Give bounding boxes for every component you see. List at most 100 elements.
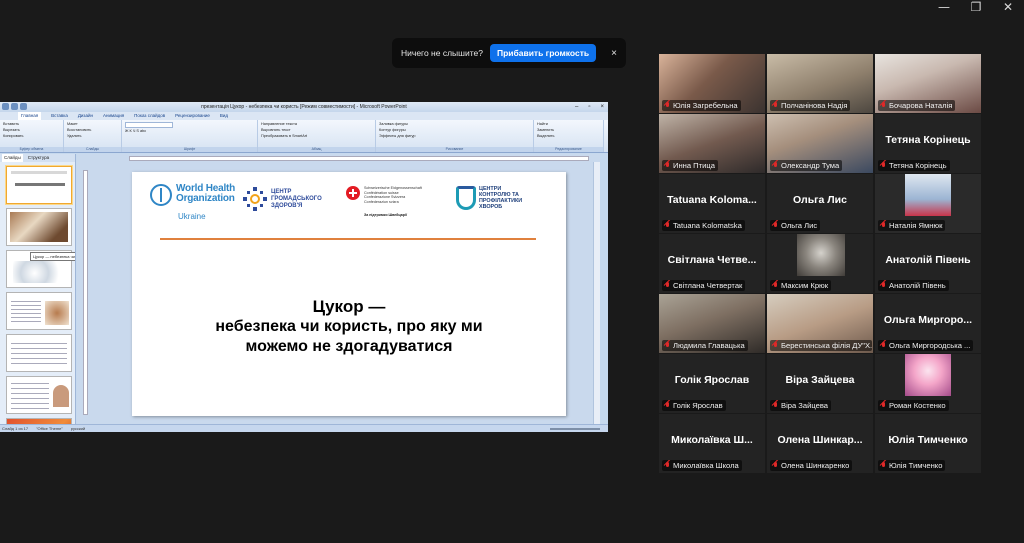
restore-icon[interactable]: ❐ <box>960 0 992 16</box>
ppt-ribbon: Вставить Вырезать Копировать Буфер обмен… <box>0 120 608 153</box>
select-button[interactable]: Выделить <box>537 134 600 139</box>
slide-thumbnail[interactable]: 4 <box>6 292 72 330</box>
ppt-minimize-icon[interactable]: – <box>575 102 578 112</box>
participant-display-name: Юлія Тимченко <box>888 434 968 446</box>
participant-tile[interactable]: Ольга Миргоро... Ольга Миргородська ... <box>875 294 981 353</box>
find-button[interactable]: Найти <box>537 122 600 127</box>
ppt-tab-design[interactable]: Дизайн <box>78 112 93 120</box>
participant-tile[interactable]: Миколаївка Ш... Миколаївка Школа <box>659 414 765 473</box>
outline-shape-button[interactable]: Контур фигуры <box>379 128 530 133</box>
slide-thumbnail[interactable]: 2 <box>6 208 72 246</box>
participant-tile[interactable]: Полчанінова Надія <box>767 54 873 113</box>
participant-display-name: Тетяна Корінець <box>885 134 971 146</box>
layout-button[interactable]: Макет <box>67 122 118 127</box>
ppt-tab-slideshow[interactable]: Показ слайдов <box>134 112 165 120</box>
participant-name: Юлія Загребельна <box>673 101 738 110</box>
cgz-logo: ЦЕНТР ГРОМАДСЬКОГО ЗДОРОВ'Я <box>242 186 323 212</box>
ppt-close-icon[interactable]: × <box>600 102 604 112</box>
participant-tile[interactable]: Олена Шинкар... Олена Шинкаренко <box>767 414 873 473</box>
copy-button[interactable]: Копировать <box>3 134 60 139</box>
cut-button[interactable]: Вырезать <box>3 128 60 133</box>
participant-name: Наталія Ямнюк <box>889 221 943 230</box>
reset-button[interactable]: Восстановить <box>67 128 118 133</box>
pane-tab-outline[interactable]: Структура <box>28 154 49 162</box>
ribbon-group-font: Ж К Ч S abc Шрифт <box>122 120 258 152</box>
participant-name: Голік Ярослав <box>673 401 723 410</box>
participant-name: Олександр Тума <box>781 161 840 170</box>
participant-tile[interactable]: Ольга Лис Ольга Лис <box>767 174 873 233</box>
muted-mic-icon <box>664 461 671 470</box>
participant-name: Юлія Тимченко <box>889 461 943 470</box>
thumb-title <box>15 183 65 186</box>
ribbon-group-paragraph: Направление текста Выровнять текст Преоб… <box>258 120 376 152</box>
muted-mic-icon <box>772 101 779 110</box>
ppt-tab-review[interactable]: Рецензирование <box>175 112 210 120</box>
align-text-button[interactable]: Выровнять текст <box>261 128 372 133</box>
slide-thumbnail[interactable]: 5 <box>6 334 72 372</box>
fill-shape-button[interactable]: Заливка фигуры <box>379 122 530 127</box>
muted-mic-icon <box>772 221 779 230</box>
participant-display-name: Ольга Миргоро... <box>883 314 973 326</box>
participant-tile[interactable]: Наталія Ямнюк <box>875 174 981 233</box>
slide-thumbnail[interactable]: 1 <box>6 166 72 204</box>
delete-button[interactable]: Удалить <box>67 134 118 139</box>
participant-name-label: Полчанінова Надія <box>770 100 851 111</box>
ppt-restore-icon[interactable]: ▫ <box>588 102 590 112</box>
participant-tile[interactable]: Максим Крюк <box>767 234 873 293</box>
slide-thumbnail[interactable]: 6 <box>6 376 72 414</box>
participant-tile[interactable]: Світлана Четве... Світлана Четвертак <box>659 234 765 293</box>
participant-tile[interactable]: Tatuana Koloma... Tatuana Kolomatska <box>659 174 765 233</box>
shape-effects-button[interactable]: Эффекты для фигур <box>379 134 530 139</box>
ribbon-group-label: Буфер обмена <box>0 147 63 152</box>
ppt-tab-animation[interactable]: Анимация <box>103 112 124 120</box>
heading-line: Цукор — <box>312 297 386 316</box>
participant-tile[interactable]: Берестинська філія ДУ"Х... <box>767 294 873 353</box>
participant-tile[interactable]: Анатолій Півень Анатолій Півень <box>875 234 981 293</box>
participant-name-label: Tatuana Kolomatska <box>662 220 745 231</box>
thumb-text <box>11 383 49 409</box>
participant-name: Тетяна Корінець <box>889 161 947 170</box>
pane-tab-slides[interactable]: Слайды <box>2 154 23 162</box>
cgz-name: ЦЕНТР ГРОМАДСЬКОГО ЗДОРОВ'Я <box>271 188 322 209</box>
minimize-icon[interactable]: — <box>928 0 960 16</box>
ppt-tab-view[interactable]: Вид <box>220 112 228 120</box>
zoom-track <box>550 427 600 430</box>
participant-tile[interactable]: Юлія Загребельна <box>659 54 765 113</box>
participant-tile[interactable]: Тетяна Корінець Тетяна Корінець <box>875 114 981 173</box>
convert-smartart-button[interactable]: Преобразовать в SmartArt <box>261 134 372 139</box>
participant-tile[interactable]: Роман Костенко <box>875 354 981 413</box>
heading-line: можемо не здогадуватися <box>245 338 453 355</box>
participant-tile[interactable]: Бочарова Наталія <box>875 54 981 113</box>
text-direction-button[interactable]: Направление текста <box>261 122 372 127</box>
paste-button[interactable]: Вставить <box>3 122 60 127</box>
replace-button[interactable]: Заменить <box>537 128 600 133</box>
save-icon[interactable] <box>11 103 18 110</box>
ppt-status-bar: Слайд 1 из 17 "Office Theme" русский <box>0 424 608 432</box>
increase-volume-button[interactable]: Прибавить громкость <box>489 44 597 62</box>
ppt-tab-insert[interactable]: Вставка <box>51 112 68 120</box>
swiss-cross-icon <box>346 186 360 200</box>
ppt-tab-home[interactable]: Главная <box>18 112 42 120</box>
thumb-image <box>10 212 68 242</box>
notification-close-icon[interactable]: × <box>611 48 617 59</box>
participant-tile[interactable]: Инна Птица <box>659 114 765 173</box>
muted-mic-icon <box>772 161 779 170</box>
zoom-slider[interactable] <box>550 425 600 432</box>
participant-tile[interactable]: Віра Зайцева Віра Зайцева <box>767 354 873 413</box>
muted-mic-icon <box>772 281 779 290</box>
office-button-icon[interactable] <box>2 103 9 110</box>
participant-name-label: Юлія Тимченко <box>878 460 946 471</box>
participant-tile[interactable]: Юлія Тимченко Юлія Тимченко <box>875 414 981 473</box>
participant-tile[interactable]: Олександр Тума <box>767 114 873 173</box>
participant-tile[interactable]: Людмила Главацька <box>659 294 765 353</box>
font-format-buttons[interactable]: Ж К Ч S abc <box>125 129 254 134</box>
muted-mic-icon <box>664 221 671 230</box>
quick-access-toolbar <box>2 103 27 110</box>
close-icon[interactable]: ✕ <box>992 0 1024 16</box>
font-name-input[interactable] <box>125 122 173 128</box>
participant-name: Полчанінова Надія <box>781 101 848 110</box>
participant-name: Роман Костенко <box>889 401 946 410</box>
participant-tile[interactable]: Голік Ярослав Голік Ярослав <box>659 354 765 413</box>
undo-icon[interactable] <box>20 103 27 110</box>
vertical-scrollbar[interactable] <box>593 162 600 424</box>
